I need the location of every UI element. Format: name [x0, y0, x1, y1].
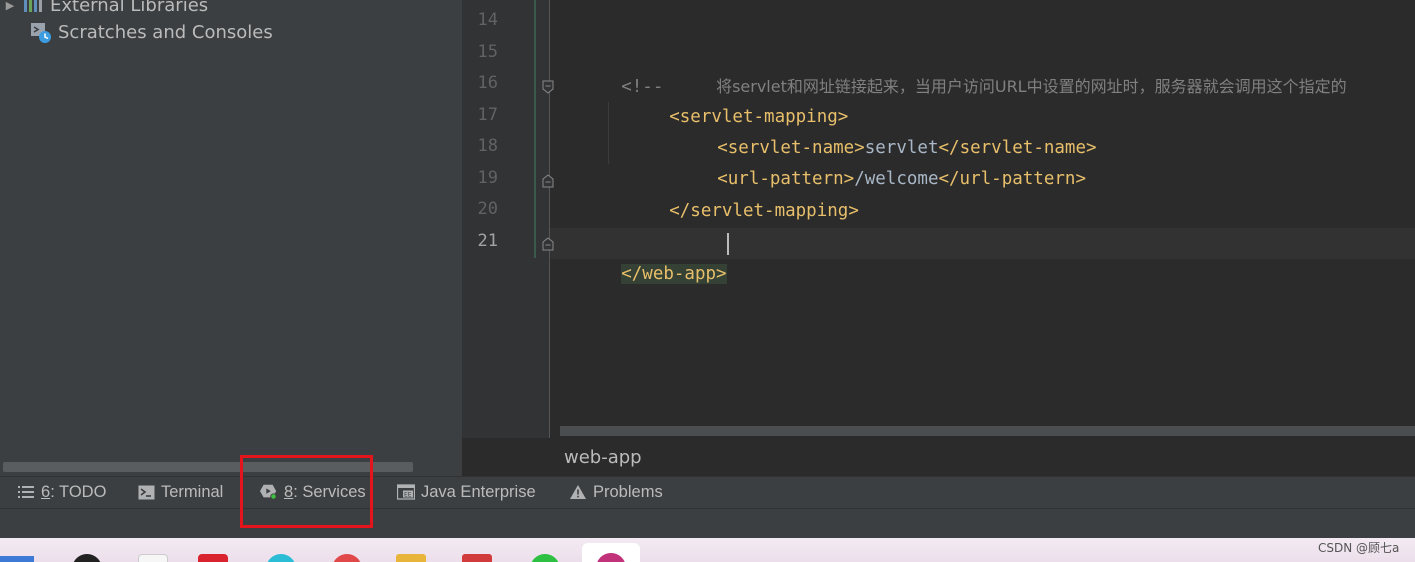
terminal-tool-button[interactable]: Terminal — [137, 476, 223, 508]
current-line-number: 21 — [477, 231, 498, 251]
watermark: CSDN @顾七a — [1318, 541, 1400, 555]
fold-column — [536, 0, 550, 438]
line-number: 18 — [477, 136, 498, 156]
tree-item-label: External Libraries — [50, 0, 209, 16]
text-caret — [726, 233, 729, 255]
tree-item-scratches-and-consoles[interactable]: Scratches and Consoles — [28, 17, 273, 47]
code-line-17: <servlet-name>servlet</servlet-name> — [654, 102, 1096, 158]
code-line-21: </web-app> — [558, 228, 727, 284]
line-number: 17 — [477, 105, 498, 125]
xml-tag: </url-pattern> — [938, 169, 1086, 189]
tool-button-label: Java Enterprise — [421, 482, 536, 501]
line-number: 19 — [477, 168, 498, 188]
app-red-icon[interactable] — [198, 554, 228, 562]
breadcrumb-web-app[interactable]: web-app — [564, 447, 642, 468]
expand-arrow-icon[interactable]: ▶ — [0, 0, 20, 12]
xml-tag: </servlet-mapping> — [669, 201, 859, 221]
xml-text: /welcome — [854, 169, 939, 189]
ide-window: { "project_tree": { "items": [ {"label":… — [0, 0, 1415, 562]
tool-button-label: Problems — [593, 482, 663, 501]
warning-icon — [569, 483, 587, 501]
editor-horizontal-scrollbar[interactable] — [560, 426, 1415, 436]
windows-start-icon[interactable] — [0, 556, 34, 562]
shortcut-number: 6 — [41, 482, 51, 501]
line-number: 14 — [477, 10, 498, 30]
code-line-15: <!-- 将servlet和网址链接起来，当用户访问URL中设置的网址时，服务器… — [558, 40, 1346, 97]
problems-tool-button[interactable]: Problems — [569, 476, 663, 508]
java-enterprise-icon: EE — [397, 483, 415, 501]
fold-close-icon[interactable] — [542, 237, 554, 251]
xml-tag-matched: </web-app> — [621, 264, 727, 284]
status-bar — [0, 508, 1415, 538]
list-icon — [17, 483, 35, 501]
annotation-highlight-box — [240, 455, 373, 528]
code-editor[interactable]: 14 15 16 17 18 19 20 21 <!-- 将servlet和网址… — [462, 0, 1415, 476]
file-icon[interactable] — [138, 554, 168, 562]
tree-item-label: Scratches and Consoles — [58, 21, 273, 43]
tool-button-label: Terminal — [161, 482, 224, 501]
scratches-icon — [28, 19, 54, 45]
line-number: 15 — [477, 42, 498, 62]
vcs-change-marker — [534, 0, 536, 258]
editor-gutter — [462, 0, 536, 438]
app-doc-icon[interactable] — [462, 554, 492, 562]
line-number: 20 — [477, 199, 498, 219]
library-icon — [20, 0, 46, 18]
svg-text:EE: EE — [404, 492, 412, 499]
project-tool-window: ▶ External Libraries Scratches and Conso… — [0, 0, 462, 476]
code-line-19: </servlet-mapping> — [606, 165, 859, 221]
code-line-16: <servlet-mapping> — [606, 71, 848, 127]
java-enterprise-tool-button[interactable]: EE Java Enterprise — [397, 476, 536, 508]
todo-tool-button[interactable]: 6: TODO — [17, 476, 106, 508]
line-number: 16 — [477, 73, 498, 93]
code-line-18: <url-pattern>/welcome</url-pattern> — [654, 133, 1086, 189]
tool-button-label: : TODO — [50, 482, 107, 501]
fold-open-icon[interactable] — [542, 80, 554, 94]
folder-icon[interactable] — [396, 554, 426, 562]
terminal-icon — [137, 483, 155, 501]
fold-close-icon[interactable] — [542, 174, 554, 188]
